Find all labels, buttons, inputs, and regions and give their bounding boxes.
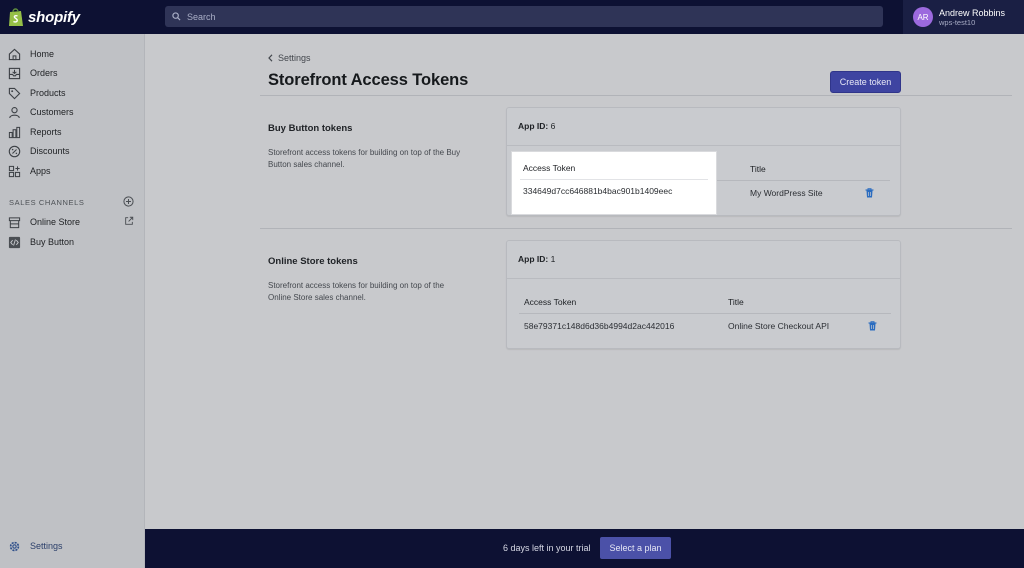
app-id-value: 6 [550,121,556,131]
sidebar-item-label: Reports [30,127,62,137]
column-header-title: Title [750,164,766,174]
section-title: Online Store tokens [268,256,358,267]
store-name: wps-test10 [939,17,976,27]
sidebar-item-label: Settings [30,541,63,551]
select-plan-button[interactable]: Select a plan [600,537,671,559]
sidebar-item-label: Apps [30,166,51,176]
bar-chart-icon [8,126,21,138]
sidebar-item-reports[interactable]: Reports [8,124,62,140]
online-store-token-card: App ID: 1 Access Token Title 58e79371c14… [506,240,901,349]
discount-icon [8,145,21,157]
page-title: Storefront Access Tokens [268,71,469,89]
column-header-access-token: Access Token [523,163,576,173]
home-icon [8,48,21,60]
header-divider [260,95,1012,96]
token-title: Online Store Checkout API [728,321,830,331]
store-icon [8,216,21,228]
sidebar-item-label: Home [30,49,55,59]
card-divider [507,145,900,146]
access-token-value[interactable]: 334649d7cc646881b4bac901b1409eec [523,186,672,196]
sidebar-item-buy-button[interactable]: Buy Button [8,234,74,250]
sidebar-item-label: Online Store [30,217,81,227]
avatar: AR [913,7,933,27]
sidebar-item-orders[interactable]: Orders [8,65,58,81]
user-menu[interactable]: AR Andrew Robbins wps-test10 [903,0,1024,34]
sidebar: Home Orders Products Customers Reports D… [0,34,145,568]
gear-icon [9,541,20,551]
trash-icon[interactable] [865,188,874,198]
add-channel-icon[interactable] [123,196,134,207]
orders-icon [8,67,21,79]
person-icon [9,106,20,118]
external-link-icon[interactable] [124,216,134,226]
search-input[interactable] [187,11,787,22]
shopify-bag-icon [9,8,23,26]
trash-icon[interactable] [868,321,877,331]
row-divider [520,179,708,180]
trial-text: 6 days left in your trial [503,543,591,553]
sidebar-item-discounts[interactable]: Discounts [8,143,70,159]
chevron-left-icon [268,54,273,62]
sidebar-item-label: Buy Button [30,237,75,247]
code-icon [8,236,21,248]
row-divider [519,313,891,314]
apps-icon [8,165,21,177]
create-token-button[interactable]: Create token [830,71,901,93]
app-id-value: 1 [550,254,556,264]
section-description: Storefront access tokens for building on… [268,281,445,302]
tag-icon [8,87,21,99]
section-description: Storefront access tokens for building on… [268,148,461,169]
highlighted-token-cell[interactable]: Access Token 334649d7cc646881b4bac901b14… [512,152,716,214]
breadcrumb[interactable]: Settings [268,53,311,63]
column-header-access-token: Access Token [524,297,577,307]
app-id-label: App ID: [518,121,549,131]
section-divider [260,228,1012,229]
shopify-logo[interactable]: shopify [8,6,80,28]
app-id: App ID: 6 [518,121,555,131]
sidebar-item-products[interactable]: Products [8,85,66,101]
sales-channels-heading: SALES CHANNELS [9,198,85,207]
user-name: Andrew Robbins [939,7,1006,18]
app-id: App ID: 1 [518,254,555,264]
trial-banner: 6 days left in your trial Select a plan [145,529,1024,568]
sidebar-item-home[interactable]: Home [8,46,54,62]
user-info: Andrew Robbins wps-test10 [939,8,1005,27]
breadcrumb-label: Settings [278,53,311,63]
section-title: Buy Button tokens [268,123,353,134]
app-id-label: App ID: [518,254,549,264]
top-bar: shopify AR Andrew Robbins wps-test10 [0,0,1024,34]
search-bar[interactable] [165,6,883,27]
sidebar-item-label: Orders [30,68,58,78]
sidebar-item-apps[interactable]: Apps [8,163,51,179]
sidebar-item-settings[interactable]: Settings [8,538,63,554]
sidebar-item-online-store[interactable]: Online Store [8,214,80,230]
row-divider [712,180,890,181]
sidebar-item-label: Discounts [30,146,70,156]
column-header-title: Title [728,297,744,307]
token-title: My WordPress Site [750,188,823,198]
sidebar-item-label: Products [30,88,66,98]
search-icon [172,12,181,21]
card-divider [507,278,900,279]
sidebar-item-label: Customers [30,107,74,117]
access-token-value[interactable]: 58e79371c148d6d36b4994d2ac442016 [524,321,674,331]
sidebar-item-customers[interactable]: Customers [8,104,74,120]
shopify-wordmark: shopify [28,8,80,26]
